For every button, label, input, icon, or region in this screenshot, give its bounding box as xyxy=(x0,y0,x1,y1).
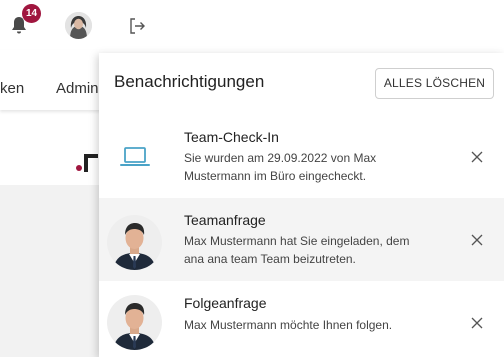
panel-title: Benachrichtigungen xyxy=(114,72,265,91)
avatar-image xyxy=(65,12,92,39)
nav-item-partial-1[interactable]: ken xyxy=(0,80,24,97)
user-avatar xyxy=(107,215,162,270)
user-avatar xyxy=(107,295,162,350)
notification-item[interactable]: Teamanfrage Max Mustermann hat Sie einge… xyxy=(99,198,504,281)
notification-item[interactable]: Folgeanfrage Max Mustermann möchte Ihnen… xyxy=(99,282,504,357)
notification-body: Max Mustermann hat Sie eingeladen, dem a… xyxy=(184,234,410,266)
notifications-panel: Benachrichtigungen ALLES LÖSCHEN Team-Ch… xyxy=(99,53,504,357)
notification-title: Folgeanfrage xyxy=(184,295,267,311)
user-avatar[interactable] xyxy=(65,12,92,39)
logout-icon[interactable] xyxy=(127,16,147,36)
avatar-image xyxy=(107,215,162,270)
notification-title: Team-Check-In xyxy=(184,129,279,145)
notification-body: Max Mustermann möchte Ihnen folgen. xyxy=(184,318,393,332)
notification-body: Sie wurden am 29.09.2022 von Max Musterm… xyxy=(184,151,377,183)
nav-item-admin[interactable]: Admini xyxy=(56,80,102,97)
close-icon[interactable] xyxy=(469,232,485,248)
notification-item[interactable]: Team-Check-In Sie wurden am 29.09.2022 v… xyxy=(99,115,504,197)
close-icon[interactable] xyxy=(469,315,485,331)
notification-count-badge: 14 xyxy=(22,4,42,23)
notification-title: Teamanfrage xyxy=(184,212,266,228)
avatar-image xyxy=(107,295,162,350)
top-bar: 14 xyxy=(0,0,504,50)
close-icon[interactable] xyxy=(469,149,485,165)
clear-all-button[interactable]: ALLES LÖSCHEN xyxy=(375,68,494,99)
laptop-icon xyxy=(120,147,150,166)
